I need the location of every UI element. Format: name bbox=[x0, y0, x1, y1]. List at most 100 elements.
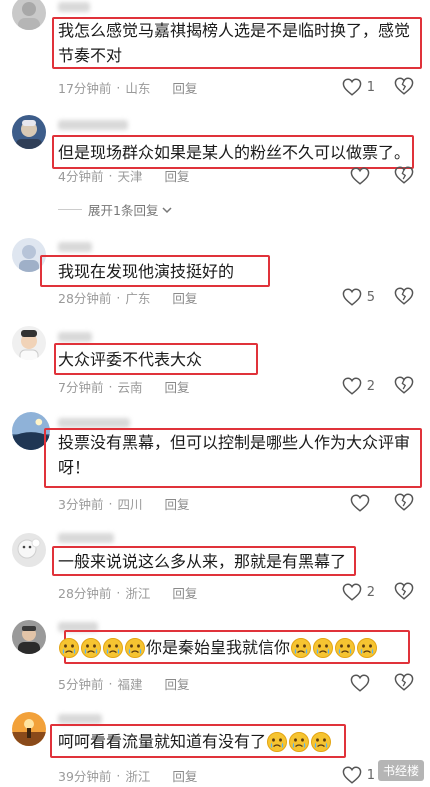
like-button[interactable] bbox=[350, 673, 375, 693]
separator-dot: · bbox=[108, 378, 113, 394]
dislike-button[interactable] bbox=[394, 77, 414, 97]
broken-heart-icon bbox=[394, 166, 414, 184]
heart-icon bbox=[342, 78, 362, 96]
comment-meta: 39分钟前 · 浙江 回复 bbox=[58, 766, 197, 784]
comment-text: 一般来说说这么多从来，那就是有黑幕了 bbox=[58, 552, 347, 571]
separator-dot: · bbox=[108, 675, 113, 691]
like-button[interactable]: 1 bbox=[342, 765, 375, 785]
broken-heart-icon bbox=[394, 287, 414, 305]
username-blurred[interactable] bbox=[58, 242, 92, 252]
comment-text: 我怎么感觉马嘉祺揭榜人选是不是临时换了，感觉节奏不对 bbox=[58, 21, 411, 65]
heart-icon bbox=[350, 494, 370, 512]
heart-icon bbox=[342, 583, 362, 601]
avatar[interactable] bbox=[12, 712, 46, 746]
broken-heart-icon bbox=[394, 376, 414, 394]
comment-meta: 28分钟前 · 广东 回复 bbox=[58, 288, 197, 306]
crying-emoji-icon bbox=[288, 731, 310, 753]
comment-time: 7分钟前 bbox=[58, 379, 104, 395]
avatar[interactable] bbox=[12, 620, 46, 654]
avatar[interactable] bbox=[12, 115, 46, 149]
like-button[interactable] bbox=[350, 493, 375, 513]
comment-item: 呵呵看看流量就知道有没有了 39分钟前 · 浙江 回复 1 bbox=[0, 706, 430, 787]
avatar[interactable] bbox=[12, 0, 46, 30]
expand-replies-label: 展开1条回复 bbox=[88, 203, 159, 218]
reply-button[interactable]: 回复 bbox=[172, 583, 197, 602]
username-blurred[interactable] bbox=[58, 714, 102, 724]
comment-meta: 7分钟前 · 云南 回复 bbox=[58, 377, 189, 395]
reply-button[interactable]: 回复 bbox=[164, 377, 189, 396]
like-button[interactable]: 1 bbox=[342, 77, 375, 97]
heart-icon bbox=[342, 288, 362, 306]
heart-icon bbox=[350, 167, 370, 185]
username-blurred[interactable] bbox=[58, 332, 92, 342]
dislike-button[interactable] bbox=[394, 376, 414, 396]
comment-region: 广东 bbox=[125, 290, 151, 306]
heart-icon bbox=[342, 377, 362, 395]
comment-item: 我怎么感觉马嘉祺揭榜人选是不是临时换了，感觉节奏不对 17分钟前 · 山东 回复… bbox=[0, 0, 430, 100]
reply-button[interactable]: 回复 bbox=[172, 288, 197, 307]
crying-emoji-icon bbox=[312, 637, 334, 659]
comment-item: 你是秦始皇我就信你 5分钟前 · 福建 回复 bbox=[0, 616, 430, 696]
comment-text: 呵呵看看流量就知道有没有了 bbox=[58, 728, 348, 754]
like-button[interactable]: 2 bbox=[342, 582, 375, 602]
comment-time: 28分钟前 bbox=[58, 585, 112, 601]
comment-time: 3分钟前 bbox=[58, 496, 104, 512]
comment-region: 天津 bbox=[117, 168, 143, 184]
username-blurred[interactable] bbox=[58, 2, 90, 12]
like-count: 1 bbox=[366, 79, 375, 95]
dislike-button[interactable] bbox=[394, 582, 414, 602]
comment-region: 浙江 bbox=[125, 585, 151, 601]
comment-region: 四川 bbox=[117, 496, 143, 512]
reply-button[interactable]: 回复 bbox=[172, 78, 197, 97]
comment-time: 17分钟前 bbox=[58, 80, 112, 96]
comment-meta: 17分钟前 · 山东 回复 bbox=[58, 78, 197, 96]
expand-replies-button[interactable]: 展开1条回复 bbox=[58, 200, 173, 219]
reply-button[interactable]: 回复 bbox=[164, 674, 189, 693]
dislike-button[interactable] bbox=[394, 673, 414, 693]
reply-button[interactable]: 回复 bbox=[164, 166, 189, 185]
broken-heart-icon bbox=[394, 77, 414, 95]
separator-dot: · bbox=[116, 289, 121, 305]
dislike-button[interactable] bbox=[394, 287, 414, 307]
crying-emoji-icon bbox=[124, 637, 146, 659]
broken-heart-icon bbox=[394, 493, 414, 511]
comment-meta: 3分钟前 · 四川 回复 bbox=[58, 494, 189, 512]
comment-time: 28分钟前 bbox=[58, 290, 112, 306]
comment-item: 但是现场群众如果是某人的粉丝不久可以做票了。 4分钟前 · 天津 回复 展开1条… bbox=[0, 115, 430, 230]
comment-time: 39分钟前 bbox=[58, 768, 112, 784]
comment-text-body: 你是秦始皇我就信你 bbox=[146, 638, 291, 657]
comment-text-body: 呵呵看看流量就知道有没有了 bbox=[58, 732, 267, 751]
comment-text: 但是现场群众如果是某人的粉丝不久可以做票了。 bbox=[58, 143, 411, 162]
crying-emoji-icon bbox=[58, 637, 80, 659]
like-button[interactable]: 5 bbox=[342, 287, 375, 307]
username-blurred[interactable] bbox=[58, 533, 114, 543]
comment-text: 大众评委不代表大众 bbox=[58, 350, 203, 369]
dislike-button[interactable] bbox=[394, 493, 414, 513]
comment-item: 投票没有黑幕，但可以控制是哪些人作为大众评审呀！ 3分钟前 · 四川 回复 bbox=[0, 410, 430, 520]
username-blurred[interactable] bbox=[58, 120, 128, 130]
comment-meta: 28分钟前 · 浙江 回复 bbox=[58, 583, 197, 601]
comment-item: 我现在发现他演技挺好的 28分钟前 · 广东 回复 5 bbox=[0, 238, 430, 308]
heart-icon bbox=[350, 674, 370, 692]
separator-dot: · bbox=[108, 167, 113, 183]
broken-heart-icon bbox=[394, 582, 414, 600]
comment-region: 山东 bbox=[125, 80, 151, 96]
like-count: 2 bbox=[366, 378, 375, 394]
avatar[interactable] bbox=[12, 326, 46, 360]
separator-dot: · bbox=[116, 584, 121, 600]
comment-text: 投票没有黑幕，但可以控制是哪些人作为大众评审呀！ bbox=[58, 433, 411, 477]
like-count: 1 bbox=[366, 767, 375, 783]
dislike-button[interactable] bbox=[394, 166, 414, 186]
crying-emoji-icon bbox=[266, 731, 288, 753]
avatar[interactable] bbox=[12, 533, 46, 567]
reply-button[interactable]: 回复 bbox=[172, 766, 197, 785]
crying-emoji-icon bbox=[290, 637, 312, 659]
like-button[interactable]: 2 bbox=[342, 376, 375, 396]
comment-region: 浙江 bbox=[125, 768, 151, 784]
reply-button[interactable]: 回复 bbox=[164, 494, 189, 513]
comment-meta: 5分钟前 · 福建 回复 bbox=[58, 674, 189, 692]
crying-emoji-icon bbox=[102, 637, 124, 659]
like-button[interactable] bbox=[350, 166, 375, 186]
username-blurred[interactable] bbox=[58, 418, 130, 428]
comment-text: 你是秦始皇我就信你 bbox=[58, 634, 418, 660]
